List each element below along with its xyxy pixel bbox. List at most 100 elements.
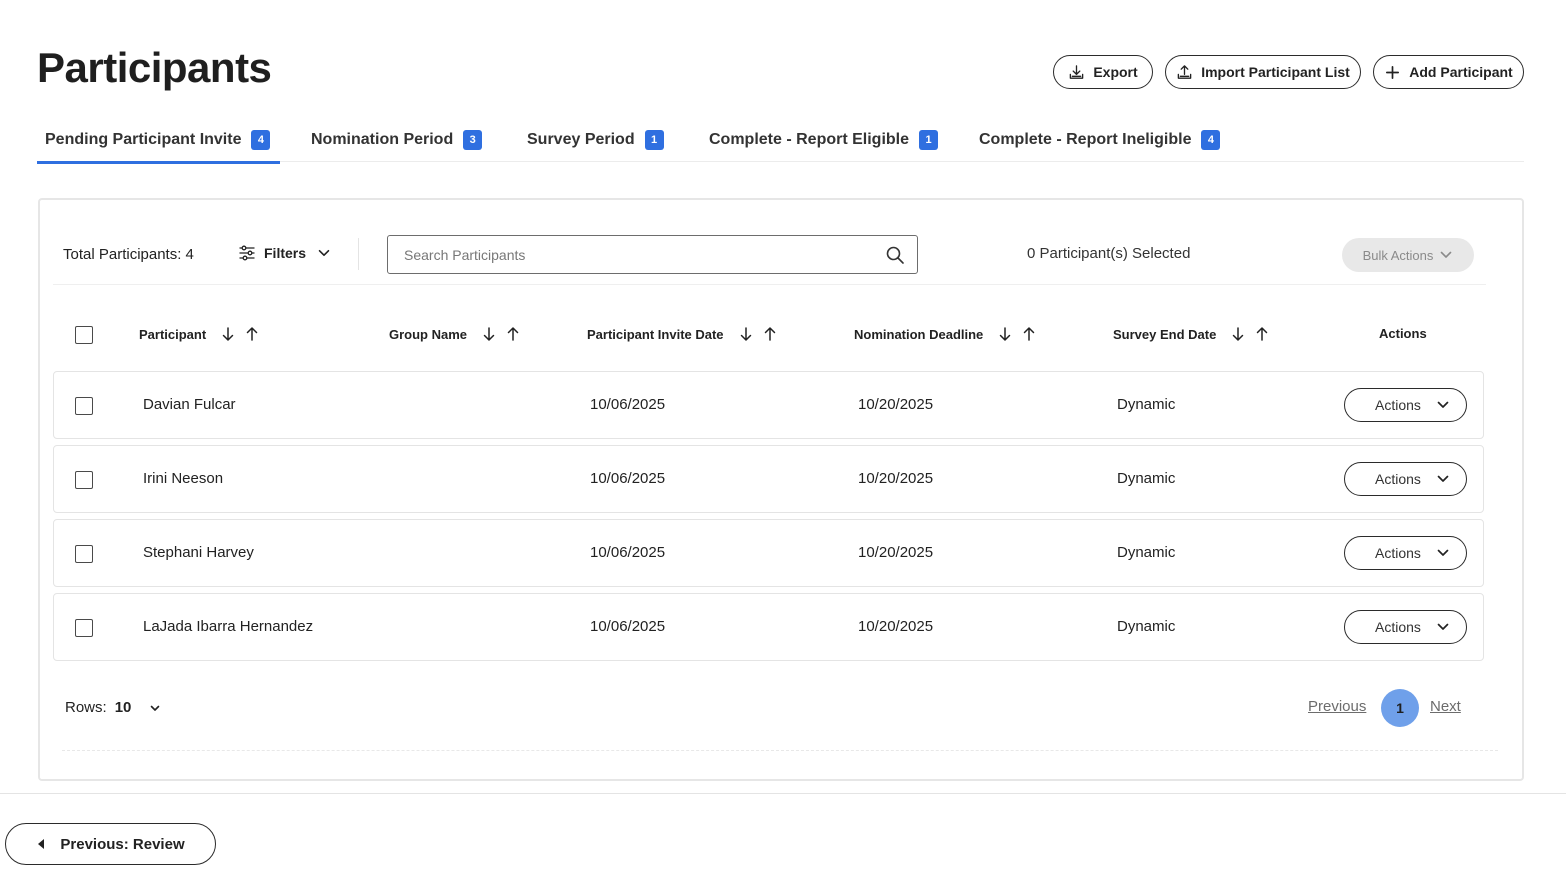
search-box	[387, 235, 918, 274]
invite-date: 10/06/2025	[590, 544, 666, 561]
next-page-link[interactable]: Next	[1430, 698, 1461, 715]
nomination-deadline: 10/20/2025	[858, 396, 934, 413]
sort-ascending-icon[interactable]	[762, 326, 778, 342]
bulk-actions-label: Bulk Actions	[1362, 247, 1434, 263]
nomination-deadline: 10/20/2025	[858, 544, 934, 561]
rows-label: Rows:	[65, 699, 107, 716]
import-label: Import Participant List	[1201, 64, 1350, 80]
tab-pending-participant-invite[interactable]: Pending Participant Invite 4	[37, 118, 281, 164]
toolbar-separator	[53, 284, 1486, 285]
add-participant-label: Add Participant	[1409, 64, 1513, 80]
invite-date: 10/06/2025	[590, 396, 666, 413]
count-badge: 4	[251, 130, 271, 150]
column-label: Nomination Deadline	[854, 326, 984, 342]
plus-icon	[1386, 65, 1400, 79]
chevron-down-icon	[1437, 549, 1449, 556]
column-header-actions: Actions	[1379, 326, 1427, 341]
row-actions-button[interactable]: Actions	[1344, 536, 1467, 570]
table-row: Stephani Harvey 10/06/2025 10/20/2025 Dy…	[53, 519, 1484, 587]
download-icon	[1070, 64, 1084, 79]
sort-ascending-icon[interactable]	[505, 326, 521, 342]
rows-per-page-select[interactable]: 10	[115, 699, 132, 716]
chevron-down-icon	[1441, 251, 1452, 258]
row-checkbox[interactable]	[75, 397, 93, 415]
participant-name: Davian Fulcar	[143, 396, 236, 413]
add-participant-button[interactable]: Add Participant	[1373, 55, 1524, 89]
upload-icon	[1177, 64, 1192, 79]
tab-complete-report-eligible[interactable]: Complete - Report Eligible 1	[709, 118, 939, 162]
column-label: Actions	[1379, 326, 1427, 341]
column-header-group-name: Group Name	[389, 326, 521, 342]
previous-review-button[interactable]: Previous: Review	[5, 823, 216, 865]
survey-end-date: Dynamic	[1117, 544, 1176, 561]
sort-descending-icon[interactable]	[997, 326, 1013, 342]
invite-date: 10/06/2025	[590, 470, 666, 487]
row-checkbox[interactable]	[75, 471, 93, 489]
column-header-participant: Participant	[139, 326, 260, 342]
chevron-down-icon	[318, 249, 330, 257]
sliders-icon	[239, 245, 255, 261]
column-label: Participant Invite Date	[587, 326, 724, 342]
import-participant-list-button[interactable]: Import Participant List	[1165, 55, 1361, 89]
tab-nomination-period[interactable]: Nomination Period 3	[311, 118, 483, 162]
export-label: Export	[1093, 64, 1138, 80]
filters-button[interactable]: Filters	[238, 244, 332, 262]
current-page-button[interactable]: 1	[1381, 689, 1419, 727]
page-title: Participants	[37, 44, 272, 91]
participant-name: LaJada Ibarra Hernandez	[143, 618, 314, 635]
column-label: Participant	[139, 326, 207, 342]
status-tabs: Pending Participant Invite 4 Nomination …	[37, 118, 1524, 164]
table-row: LaJada Ibarra Hernandez 10/06/2025 10/20…	[53, 593, 1484, 661]
row-actions-button[interactable]: Actions	[1344, 388, 1467, 422]
total-participants: Total Participants: 4	[63, 246, 194, 263]
card-footer-divider	[62, 750, 1498, 751]
chevron-down-icon[interactable]	[149, 702, 161, 714]
survey-end-date: Dynamic	[1117, 618, 1176, 635]
sort-ascending-icon[interactable]	[244, 326, 260, 342]
row-checkbox[interactable]	[75, 545, 93, 563]
previous-review-label: Previous: Review	[60, 835, 185, 853]
tab-survey-period[interactable]: Survey Period 1	[527, 118, 664, 162]
count-badge: 3	[463, 130, 483, 150]
tab-complete-report-ineligible[interactable]: Complete - Report Ineligible 4	[979, 118, 1221, 162]
nomination-deadline: 10/20/2025	[858, 470, 934, 487]
chevron-down-icon	[1437, 401, 1449, 408]
rows-per-page: Rows: 10	[65, 699, 161, 716]
survey-end-date: Dynamic	[1117, 396, 1176, 413]
column-header-survey-end-date: Survey End Date	[1113, 326, 1270, 342]
sort-descending-icon[interactable]	[1230, 326, 1246, 342]
search-input[interactable]	[404, 246, 885, 263]
select-all-checkbox[interactable]	[75, 326, 93, 344]
search-icon[interactable]	[885, 245, 905, 265]
chevron-down-icon	[1437, 623, 1449, 630]
row-actions-button[interactable]: Actions	[1344, 462, 1467, 496]
sort-descending-icon[interactable]	[738, 326, 754, 342]
sort-ascending-icon[interactable]	[1254, 326, 1270, 342]
count-badge: 1	[644, 130, 664, 150]
actions-label: Actions	[1375, 397, 1421, 413]
tab-label: Complete - Report Ineligible	[979, 131, 1192, 148]
sort-descending-icon[interactable]	[220, 326, 236, 342]
row-checkbox[interactable]	[75, 619, 93, 637]
table-row: Davian Fulcar 10/06/2025 10/20/2025 Dyna…	[53, 371, 1484, 439]
selected-count: 0 Participant(s) Selected	[1027, 245, 1191, 262]
previous-page-link[interactable]: Previous	[1308, 698, 1366, 715]
page-divider	[0, 793, 1566, 794]
column-label: Survey End Date	[1113, 326, 1217, 342]
count-badge: 4	[1201, 130, 1221, 150]
sort-ascending-icon[interactable]	[1021, 326, 1037, 342]
table-row: Irini Neeson 10/06/2025 10/20/2025 Dynam…	[53, 445, 1484, 513]
invite-date: 10/06/2025	[590, 618, 666, 635]
export-button[interactable]: Export	[1053, 55, 1153, 89]
chevron-down-icon	[1437, 475, 1449, 482]
tab-label: Pending Participant Invite	[45, 131, 242, 148]
column-label: Group Name	[389, 326, 468, 342]
sort-descending-icon[interactable]	[481, 326, 497, 342]
survey-end-date: Dynamic	[1117, 470, 1176, 487]
bulk-actions-button[interactable]: Bulk Actions	[1342, 238, 1474, 272]
nomination-deadline: 10/20/2025	[858, 618, 934, 635]
participant-name: Stephani Harvey	[143, 544, 254, 561]
row-actions-button[interactable]: Actions	[1344, 610, 1467, 644]
participant-name: Irini Neeson	[143, 470, 224, 487]
toolbar-divider	[358, 238, 359, 270]
